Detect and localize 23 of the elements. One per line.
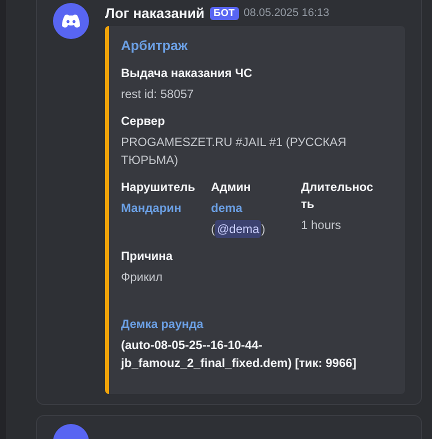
parenthesis: ) [261, 221, 266, 238]
field-link-title[interactable]: Демка раунда [121, 316, 375, 333]
bot-tag: БОТ [210, 6, 239, 20]
timestamp: 08.05.2025 16:13 [244, 7, 330, 19]
embed-title: Арбитраж [121, 38, 189, 53]
field-value: Фрикил [121, 269, 164, 286]
field-value: 1 hours [301, 217, 342, 234]
field-value: PROGAMESZET.RU #JAIL #1 (РУССКАЯ ТЮРЬМА) [121, 134, 348, 169]
field-name: Админ [211, 179, 252, 196]
field-name: Сервер [121, 113, 166, 130]
field-name: Длительность [301, 179, 374, 213]
field-name: Нарушитель [121, 179, 196, 196]
field-name: Причина [121, 248, 174, 265]
bot-avatar[interactable] [53, 3, 89, 39]
field-value: rest id: 58057 [121, 86, 195, 103]
field-name: Выдача наказания ЧС [121, 65, 254, 82]
user-mention[interactable]: @dema [215, 220, 262, 238]
user-link[interactable]: dema [211, 199, 301, 217]
user-link[interactable]: Мандарин [121, 199, 211, 217]
controller-icon [61, 14, 81, 28]
parenthesis: ( [211, 221, 215, 238]
field-value: (auto-08-05-25--16-10-44-jb_famouz_2_final_fixed.dem) [тик: 9966] [121, 337, 358, 372]
author-name[interactable]: Лог наказаний [105, 5, 205, 21]
